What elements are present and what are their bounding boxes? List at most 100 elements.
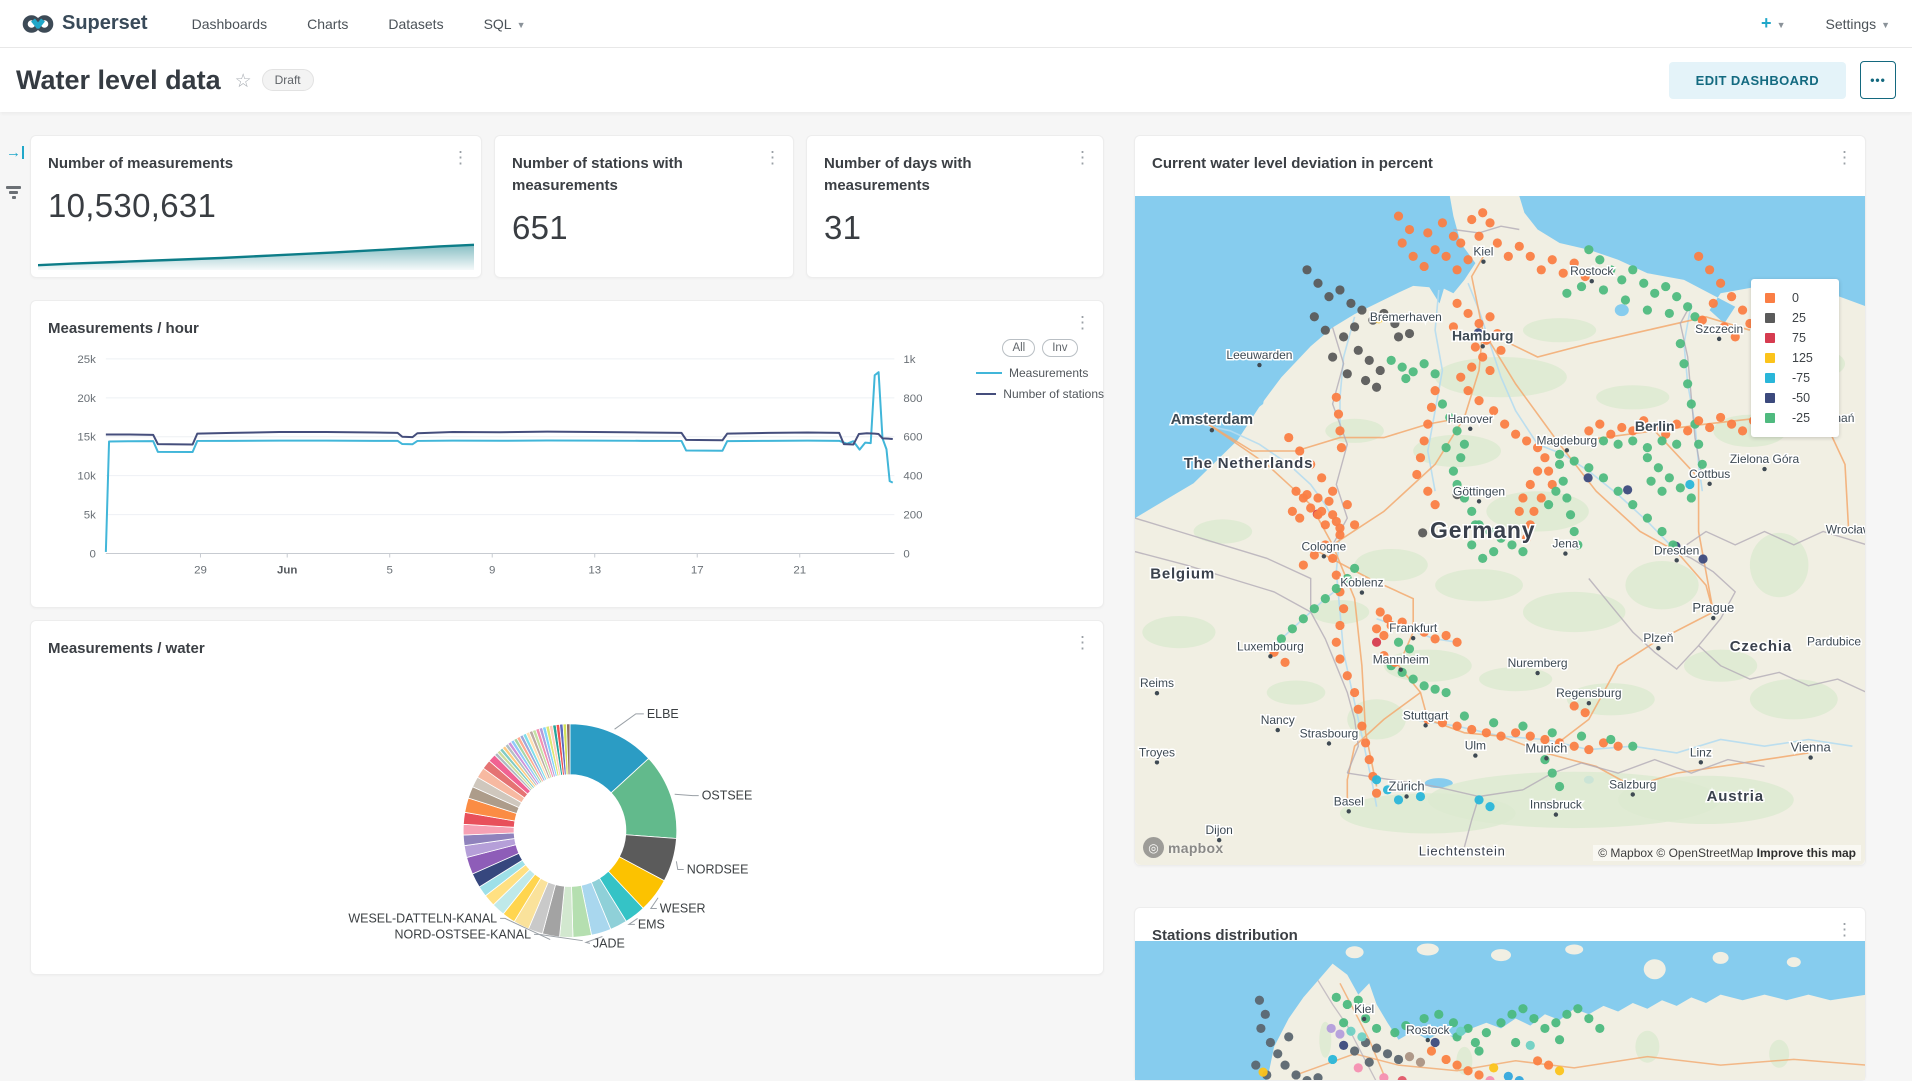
map-data-dot	[1679, 359, 1688, 368]
map-legend-item[interactable]: 0	[1761, 288, 1829, 308]
map-data-dot	[1548, 728, 1557, 737]
map-data-dot	[1533, 1056, 1542, 1065]
measurements-per-water-chart-card: Measurements / water ⋮ ELBEOSTSEENORDSEE…	[30, 620, 1104, 975]
chart-title: Measurements / water	[31, 621, 1103, 660]
map-data-dot	[1434, 1010, 1443, 1019]
legend-item-stations[interactable]: Number of stations	[976, 387, 1104, 401]
map-data-dot	[1405, 225, 1414, 234]
svg-text:600: 600	[903, 432, 922, 444]
map-data-dot	[1452, 638, 1461, 647]
expand-filter-bar-icon[interactable]: →	[6, 144, 24, 161]
map-data-dot	[1361, 738, 1370, 747]
map-data-dot	[1529, 507, 1538, 516]
map-city-label: Austria	[1707, 788, 1764, 805]
map-legend-item[interactable]: 25	[1761, 308, 1829, 328]
map-data-dot	[1482, 1028, 1491, 1037]
map-legend-item[interactable]: 75	[1761, 328, 1829, 348]
donut-slice-label: JADE	[593, 936, 625, 950]
stations-map[interactable]: KielRostock	[1135, 941, 1865, 1080]
map-data-dot	[1431, 634, 1440, 643]
map-data-dot	[1335, 1029, 1344, 1038]
map-data-dot	[1559, 269, 1568, 278]
edit-dashboard-button[interactable]: EDIT DASHBOARD	[1669, 62, 1846, 99]
map-data-dot	[1321, 520, 1330, 529]
map-data-dot	[1372, 1044, 1381, 1053]
map-city-label: Amsterdam	[1171, 411, 1254, 428]
map-data-dot	[1288, 507, 1297, 516]
map-data-dot	[1683, 426, 1692, 435]
dashboard-header: Water level data ☆ Draft EDIT DASHBOARD …	[0, 48, 1912, 112]
map-data-dot	[1500, 420, 1509, 429]
kebab-menu-icon[interactable]: ⋮	[452, 149, 469, 166]
kpi-card-measurements: Number of measurements ⋮ 10,530,631	[30, 135, 482, 278]
superset-brand[interactable]: Superset	[22, 12, 148, 35]
settings-menu[interactable]: Settings▼	[1825, 16, 1890, 32]
map-data-dot	[1676, 339, 1685, 348]
map-data-dot	[1266, 1038, 1275, 1047]
legend-label: 75	[1792, 331, 1806, 345]
map-data-dot	[1449, 1018, 1458, 1027]
map-data-dot	[1694, 440, 1703, 449]
map-legend-item[interactable]: -25	[1761, 408, 1829, 428]
kebab-menu-icon[interactable]: ⋮	[764, 149, 781, 166]
map-data-dot	[1595, 1024, 1604, 1033]
kebab-menu-icon[interactable]: ⋮	[1074, 314, 1091, 331]
map-legend-item[interactable]: 125	[1761, 348, 1829, 368]
map-data-dot	[1452, 426, 1461, 435]
legend-label: -50	[1792, 391, 1810, 405]
kebab-menu-icon[interactable]: ⋮	[1074, 634, 1091, 651]
map-data-dot	[1463, 309, 1472, 318]
map-city-label: Ulm	[1465, 739, 1486, 753]
map-data-dot	[1511, 728, 1520, 737]
nav-item-charts[interactable]: Charts	[307, 16, 348, 32]
map-data-dot	[1526, 1041, 1535, 1050]
improve-map-link[interactable]: Improve this map	[1757, 846, 1856, 860]
map-data-dot	[1365, 1058, 1374, 1067]
new-item-button[interactable]: +▼	[1761, 13, 1785, 34]
map-data-dot	[1310, 312, 1319, 321]
map-data-dot	[1628, 500, 1637, 509]
map-data-dot	[1442, 1055, 1451, 1064]
map-data-dot	[1485, 366, 1494, 375]
map-data-dot	[1280, 658, 1289, 667]
map-data-dot	[1639, 279, 1648, 288]
chevron-down-icon: ▼	[1777, 20, 1786, 30]
kebab-menu-icon[interactable]: ⋮	[1836, 149, 1853, 166]
map-data-dot	[1273, 1049, 1282, 1058]
map-data-dot	[1577, 282, 1586, 291]
kebab-menu-icon[interactable]: ⋮	[1074, 149, 1091, 166]
map-data-dot	[1709, 299, 1718, 308]
deviation-map[interactable]: KielRostockSzczecinLeeuwardenBremerhaven…	[1135, 196, 1865, 865]
chevron-down-icon: ▼	[517, 20, 526, 30]
mapbox-logo[interactable]: ◎ mapbox	[1143, 837, 1223, 858]
favorite-star-icon[interactable]: ☆	[235, 70, 252, 93]
map-data-dot	[1485, 802, 1494, 811]
map-data-dot	[1328, 1055, 1337, 1064]
nav-item-sql[interactable]: SQL▼	[484, 16, 526, 32]
legend-inv-button[interactable]: Inv	[1042, 339, 1077, 357]
map-data-dot	[1685, 480, 1694, 489]
map-data-dot	[1551, 487, 1560, 496]
map-data-dot	[1431, 386, 1440, 395]
map-legend-item[interactable]: -75	[1761, 368, 1829, 388]
map-city-label: Wrocław	[1826, 523, 1865, 537]
nav-item-datasets[interactable]: Datasets	[388, 16, 443, 32]
kebab-menu-icon[interactable]: ⋮	[1836, 921, 1853, 938]
map-legend-item[interactable]: -50	[1761, 388, 1829, 408]
kpi-value: 651	[495, 197, 793, 247]
map-data-dot	[1387, 356, 1396, 365]
map-data-dot	[1438, 399, 1447, 408]
map-data-dot	[1332, 393, 1341, 402]
nav-item-dashboards[interactable]: Dashboards	[192, 16, 268, 32]
map-city-label: Salzburg	[1609, 777, 1656, 791]
legend-all-button[interactable]: All	[1002, 339, 1035, 357]
map-city-label: Nuremberg	[1508, 656, 1568, 670]
legend-item-measurements[interactable]: Measurements	[976, 366, 1104, 380]
filter-funnel-icon[interactable]	[6, 186, 21, 201]
map-data-dot	[1295, 513, 1304, 522]
donut-slice-label: NORDSEE	[687, 863, 749, 877]
more-options-button[interactable]: •••	[1860, 61, 1896, 99]
map-data-dot	[1657, 436, 1666, 445]
stations-distribution-card: Stations distribution ⋮ KielRostock	[1134, 907, 1866, 1081]
map-data-dot	[1321, 594, 1330, 603]
